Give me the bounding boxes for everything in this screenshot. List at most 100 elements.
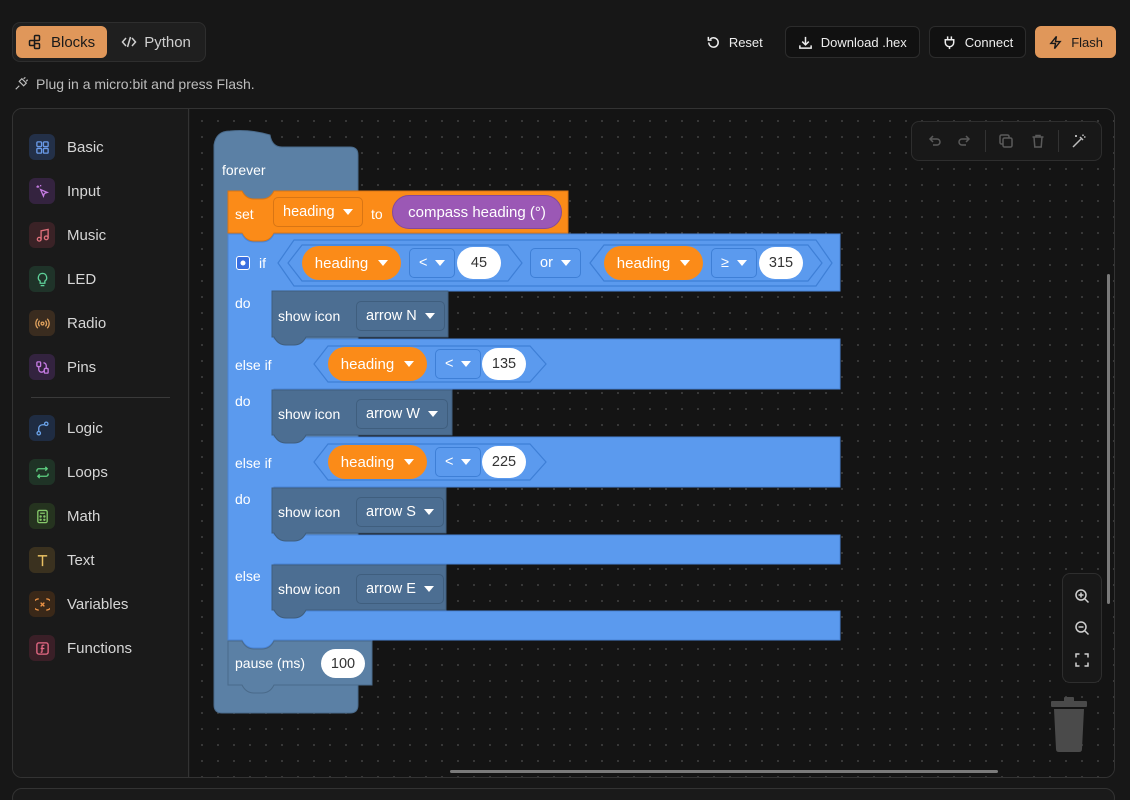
hint-text: Plug in a micro:bit and press Flash.: [36, 76, 255, 92]
heading-variable-4[interactable]: heading: [328, 445, 427, 479]
heading-variable-2[interactable]: heading: [604, 246, 703, 280]
dropdown-value: arrow W: [366, 406, 420, 422]
icon-dropdown-s[interactable]: arrow S: [356, 497, 444, 527]
python-mode-label: Python: [144, 33, 191, 51]
category-input[interactable]: Input: [13, 169, 188, 213]
category-label: Loops: [67, 463, 108, 481]
category-label: Variables: [67, 595, 129, 613]
reset-icon: [707, 36, 719, 48]
category-text[interactable]: Text: [13, 538, 188, 582]
editor-panel: Basic Input Music LED Radio Pins Logic L…: [12, 108, 1115, 778]
forever-label: forever: [222, 162, 266, 178]
category-math[interactable]: Math: [13, 494, 188, 538]
connect-button[interactable]: Connect: [928, 26, 1027, 58]
category-variables[interactable]: Variables: [13, 582, 188, 626]
category-functions[interactable]: Functions: [13, 626, 188, 670]
copy-icon[interactable]: [995, 130, 1017, 152]
mode-toggle: Blocks Python: [12, 22, 206, 62]
blocks-mode-button[interactable]: Blocks: [16, 26, 108, 58]
zoom-out-icon[interactable]: [1071, 617, 1093, 639]
value-45-input[interactable]: 45: [457, 247, 501, 279]
plug-icon: [944, 35, 955, 49]
radio-waves-icon: [29, 310, 55, 336]
value-315-input[interactable]: 315: [759, 247, 803, 279]
op-value: <: [419, 255, 428, 271]
pause-value-input[interactable]: 100: [321, 649, 365, 678]
op-value: or: [540, 255, 553, 271]
caret-down-icon: [461, 361, 472, 367]
category-label: Basic: [67, 138, 104, 156]
category-radio[interactable]: Radio: [13, 301, 188, 345]
category-music[interactable]: Music: [13, 213, 188, 257]
reset-button[interactable]: Reset: [693, 26, 776, 58]
icon-dropdown-n[interactable]: arrow N: [356, 301, 445, 331]
value-135-input[interactable]: 135: [482, 348, 526, 380]
loop-arrows-icon: [29, 459, 55, 485]
category-label: Radio: [67, 314, 107, 332]
horizontal-scrollbar[interactable]: [450, 770, 998, 773]
icon-dropdown-e[interactable]: arrow E: [356, 574, 444, 604]
operator-lt-dropdown-1[interactable]: <: [409, 248, 456, 278]
undo-icon[interactable]: [923, 130, 945, 152]
compass-heading-reporter[interactable]: compass heading (°): [392, 195, 562, 229]
blocks-icon: [28, 34, 41, 50]
do-keyword-1: do: [235, 295, 251, 311]
toolbar-divider: [985, 130, 987, 152]
var-label: heading: [616, 254, 671, 272]
show-icon-label-4: show icon: [278, 581, 341, 597]
dropdown-value: arrow N: [366, 308, 417, 324]
heading-variable-3[interactable]: heading: [328, 347, 427, 381]
category-separator: [31, 397, 170, 398]
heading-variable-1[interactable]: heading: [302, 246, 401, 280]
or-operator-dropdown[interactable]: or: [530, 248, 581, 278]
python-mode-button[interactable]: Python: [109, 26, 203, 58]
magic-wand-icon[interactable]: [1068, 130, 1090, 152]
set-variable-dropdown[interactable]: heading: [273, 197, 363, 227]
icon-dropdown-w[interactable]: arrow W: [356, 399, 448, 429]
category-led[interactable]: LED: [13, 257, 188, 301]
caret-down-icon: [423, 586, 434, 592]
variable-icon: [29, 591, 55, 617]
redo-icon[interactable]: [954, 130, 976, 152]
operator-lt-dropdown-3[interactable]: <: [435, 447, 482, 477]
to-keyword: to: [371, 206, 383, 222]
category-pins[interactable]: Pins: [13, 345, 188, 389]
caret-down-icon: [560, 260, 571, 266]
fit-screen-icon[interactable]: [1071, 649, 1093, 671]
mutator-gear-icon[interactable]: [236, 256, 250, 270]
flash-label: Flash: [1071, 34, 1103, 50]
else-keyword: else: [235, 568, 261, 584]
connect-label: Connect: [964, 34, 1014, 50]
operator-ge-dropdown[interactable]: ≥: [711, 248, 757, 278]
caret-down-icon: [424, 313, 435, 319]
category-label: Music: [67, 226, 107, 244]
trash-can-icon[interactable]: [1049, 697, 1089, 753]
zoom-in-icon[interactable]: [1071, 585, 1093, 607]
caret-down-icon: [461, 459, 472, 465]
category-loops[interactable]: Loops: [13, 450, 188, 494]
category-logic[interactable]: Logic: [13, 406, 188, 450]
op-value: <: [445, 356, 454, 372]
top-actions: Reset Download .hex Connect Flash: [693, 26, 1116, 58]
category-label: Logic: [67, 419, 103, 437]
flash-button[interactable]: Flash: [1035, 26, 1116, 58]
function-icon: [29, 635, 55, 661]
show-icon-label-2: show icon: [278, 406, 341, 422]
if-keyword: if: [259, 255, 266, 271]
zoom-controls: [1062, 573, 1102, 683]
category-label: Text: [67, 551, 95, 569]
lightning-icon: [1049, 35, 1062, 49]
value-225-input[interactable]: 225: [482, 446, 526, 478]
var-label: heading: [340, 355, 395, 373]
blocks-workspace[interactable]: forever set heading to compass heading (…: [190, 109, 1114, 777]
reset-label: Reset: [728, 34, 763, 50]
vertical-scrollbar[interactable]: [1107, 274, 1110, 604]
dropdown-value: heading: [283, 204, 335, 220]
operator-lt-dropdown-2[interactable]: <: [435, 349, 482, 379]
category-basic[interactable]: Basic: [13, 125, 188, 169]
delete-icon[interactable]: [1027, 130, 1049, 152]
do-keyword-2: do: [235, 393, 251, 409]
unplugged-icon: [15, 77, 28, 90]
show-icon-label-3: show icon: [278, 504, 341, 520]
download-hex-button[interactable]: Download .hex: [784, 26, 920, 58]
